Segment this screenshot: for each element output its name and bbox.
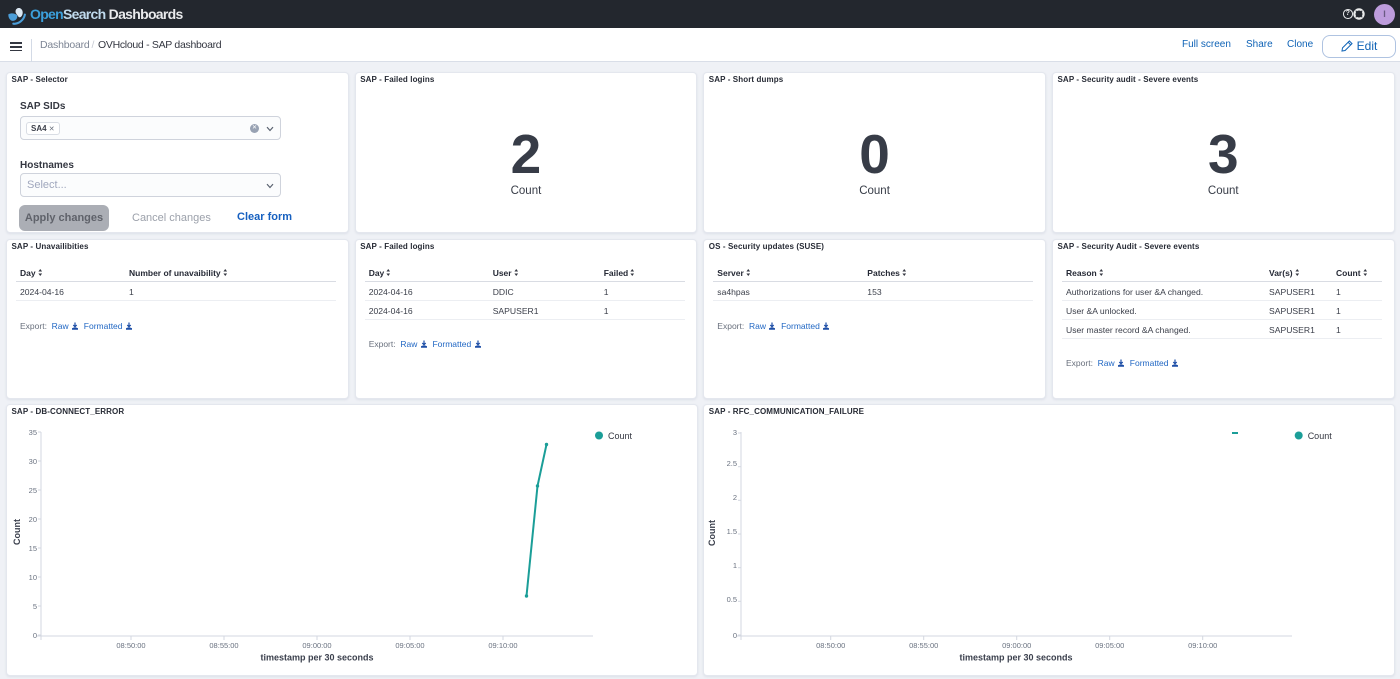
svg-text:timestamp per 30 seconds: timestamp per 30 seconds bbox=[260, 653, 373, 663]
svg-text:09:10:00: 09:10:00 bbox=[1188, 641, 1217, 650]
svg-text:5: 5 bbox=[33, 602, 37, 611]
svg-text:08:55:00: 08:55:00 bbox=[209, 641, 238, 650]
svg-text:20: 20 bbox=[29, 515, 37, 524]
svg-text:35: 35 bbox=[29, 428, 37, 437]
svg-text:09:10:00: 09:10:00 bbox=[488, 641, 517, 650]
svg-text:1: 1 bbox=[733, 561, 737, 570]
svg-text:0.5: 0.5 bbox=[727, 595, 737, 604]
svg-text:25: 25 bbox=[29, 486, 37, 495]
svg-text:Count: Count bbox=[12, 519, 22, 545]
svg-text:10: 10 bbox=[29, 573, 37, 582]
svg-text:09:00:00: 09:00:00 bbox=[1002, 641, 1031, 650]
svg-text:08:55:00: 08:55:00 bbox=[909, 641, 938, 650]
svg-text:0: 0 bbox=[33, 631, 37, 640]
svg-text:08:50:00: 08:50:00 bbox=[116, 641, 145, 650]
svg-text:2.5: 2.5 bbox=[727, 459, 737, 468]
svg-text:Count: Count bbox=[608, 431, 633, 441]
svg-text:timestamp per 30 seconds: timestamp per 30 seconds bbox=[960, 653, 1073, 663]
svg-text:09:05:00: 09:05:00 bbox=[395, 641, 424, 650]
svg-text:1.5: 1.5 bbox=[727, 527, 737, 536]
svg-text:30: 30 bbox=[29, 457, 37, 466]
svg-text:09:00:00: 09:00:00 bbox=[302, 641, 331, 650]
svg-text:15: 15 bbox=[29, 544, 37, 553]
svg-text:3: 3 bbox=[733, 428, 737, 437]
svg-text:Count: Count bbox=[707, 520, 717, 546]
svg-text:0: 0 bbox=[733, 631, 737, 640]
svg-text:09:05:00: 09:05:00 bbox=[1095, 641, 1124, 650]
svg-text:2: 2 bbox=[733, 493, 737, 502]
svg-text:Count: Count bbox=[1308, 431, 1333, 441]
svg-text:08:50:00: 08:50:00 bbox=[816, 641, 845, 650]
